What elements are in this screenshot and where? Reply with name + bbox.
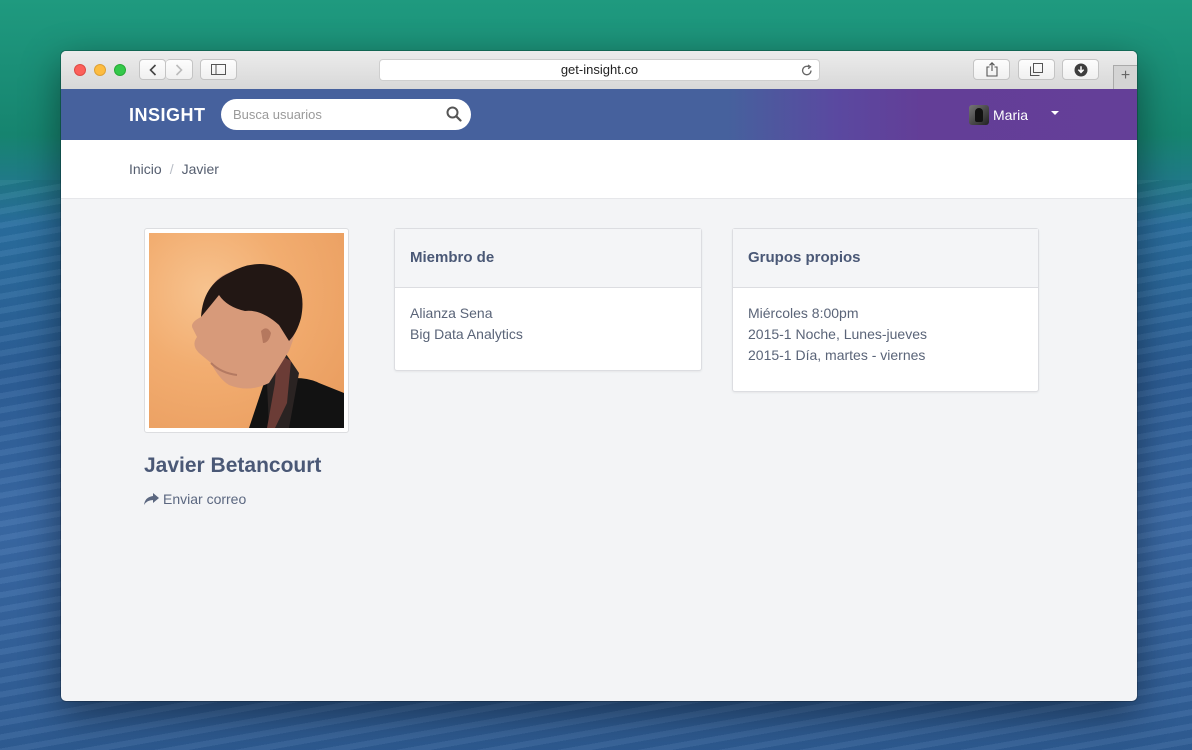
breadcrumb-home-link[interactable]: Inicio	[129, 161, 162, 177]
search-input[interactable]	[233, 99, 438, 130]
share-button[interactable]	[973, 59, 1010, 80]
address-bar[interactable]: get-insight.co	[379, 59, 820, 81]
chevron-left-icon	[148, 63, 156, 76]
user-menu[interactable]: Maria	[969, 103, 1028, 127]
search-icon[interactable]	[446, 106, 462, 127]
tabs-icon	[1030, 63, 1043, 76]
sidebar-toggle-button[interactable]	[200, 59, 237, 80]
reload-icon[interactable]	[801, 63, 813, 83]
browser-toolbar: get-insight.co +	[61, 51, 1137, 90]
breadcrumb-separator: /	[169, 161, 174, 177]
top-navbar: INSIGHT Maria	[61, 89, 1137, 140]
tabs-overview-button[interactable]	[1018, 59, 1055, 80]
own-group-item[interactable]: 2015-1 Día, martes - viernes	[748, 345, 1023, 366]
chevron-right-icon	[175, 63, 183, 76]
new-tab-button[interactable]: +	[1113, 65, 1137, 89]
breadcrumb: Inicio / Javier	[129, 161, 219, 177]
forward-button[interactable]	[166, 59, 193, 80]
profile-name: Javier Betancourt	[144, 454, 322, 477]
brand-logo[interactable]: INSIGHT	[129, 105, 206, 126]
browser-window: get-insight.co + INSIGHT Maria	[61, 51, 1137, 701]
downloads-button[interactable]	[1062, 59, 1099, 80]
own-group-item[interactable]: 2015-1 Noche, Lunes-jueves	[748, 324, 1023, 345]
send-email-label: Enviar correo	[163, 491, 247, 507]
breadcrumb-current: Javier	[181, 161, 219, 177]
back-button[interactable]	[139, 59, 166, 80]
own-group-item[interactable]: Miércoles 8:00pm	[748, 303, 1023, 324]
url-text: get-insight.co	[560, 62, 639, 77]
zoom-window-button[interactable]	[114, 64, 126, 76]
close-window-button[interactable]	[74, 64, 86, 76]
share-arrow-icon	[144, 493, 159, 505]
member-of-panel: Miembro de Alianza Sena Big Data Analyti…	[394, 228, 702, 371]
user-name: Maria	[993, 107, 1029, 123]
sidebar-icon	[211, 64, 226, 75]
member-of-title: Miembro de	[395, 229, 701, 288]
breadcrumb-bar: Inicio / Javier	[61, 140, 1137, 199]
member-group-item[interactable]: Alianza Sena	[410, 303, 686, 324]
caret-down-icon[interactable]	[1051, 111, 1059, 115]
download-icon	[1074, 63, 1087, 76]
own-groups-title: Grupos propios	[733, 229, 1038, 288]
member-group-item[interactable]: Big Data Analytics	[410, 324, 686, 345]
profile-portrait-illustration	[192, 264, 344, 428]
search-box	[221, 99, 471, 130]
share-icon	[985, 62, 998, 77]
send-email-link[interactable]: Enviar correo	[144, 491, 246, 507]
profile-photo	[144, 228, 349, 433]
minimize-window-button[interactable]	[94, 64, 106, 76]
own-groups-panel: Grupos propios Miércoles 8:00pm 2015-1 N…	[732, 228, 1039, 392]
profile-photo-image	[149, 233, 344, 428]
avatar	[969, 105, 989, 125]
